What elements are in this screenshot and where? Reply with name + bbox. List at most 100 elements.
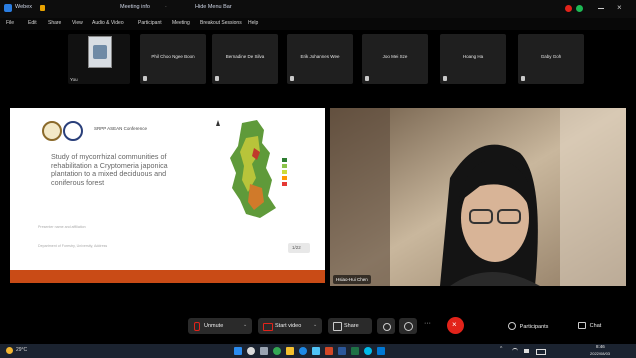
chevron-down-icon: ⌄: [313, 322, 318, 328]
menu-share[interactable]: Share: [48, 20, 61, 26]
mic-muted-icon: [215, 76, 219, 81]
menu-edit[interactable]: Edit: [28, 20, 37, 26]
title-bar: Webex Meeting info · Hide Menu Bar ×: [0, 0, 636, 18]
participant-tile[interactable]: Erik Johannes Wee: [287, 34, 353, 84]
chat-label: Chat: [589, 323, 602, 330]
mic-muted-icon: [290, 76, 294, 81]
organization-logo-icon: [63, 121, 83, 141]
excel-icon[interactable]: [351, 347, 359, 355]
store-icon[interactable]: [312, 347, 320, 355]
participant-tile[interactable]: Gaby Goh: [518, 34, 584, 84]
chat-button[interactable]: Chat: [578, 322, 601, 329]
start-video-button[interactable]: Start video ⌄: [258, 318, 322, 334]
share-label: Share: [344, 323, 359, 329]
chrome-icon[interactable]: [273, 347, 281, 355]
menu-help[interactable]: Help: [248, 20, 258, 26]
participant-name: Hoang Ha: [462, 54, 484, 59]
mic-off-icon: [194, 322, 200, 331]
hide-menu-bar-button[interactable]: Hide Menu Bar: [195, 4, 232, 10]
slide-title: Study of mycorrhizal communities of reha…: [51, 152, 168, 187]
clock-time: 8:46: [596, 344, 605, 349]
system-tray[interactable]: ^: [500, 346, 550, 355]
start-video-label: Start video: [275, 323, 302, 329]
slide-page-badge: 1/22: [288, 243, 310, 253]
mic-muted-icon: [443, 76, 447, 81]
participant-name: Gaby Goh: [540, 54, 562, 59]
os-taskbar: 29°C ^ 8:46 2022/08/03: [0, 344, 636, 358]
file-explorer-icon[interactable]: [286, 347, 294, 355]
weather-temp: 29°C: [16, 347, 28, 353]
participant-gallery: You Phil Choo Ngee Boon Bernadine De Sil…: [0, 30, 636, 86]
participant-tile[interactable]: Bernadine De Silva: [212, 34, 278, 84]
mic-muted-icon: [521, 76, 525, 81]
menu-breakout[interactable]: Breakout Sessions: [200, 20, 242, 26]
battery-icon: [536, 349, 546, 355]
participants-button[interactable]: Participants: [508, 322, 548, 330]
window-title: Webex: [15, 4, 33, 10]
search-icon[interactable]: [247, 347, 255, 355]
task-view-icon[interactable]: [260, 347, 268, 355]
shield-icon: [40, 5, 45, 11]
powerpoint-icon[interactable]: [325, 347, 333, 355]
reactions-button[interactable]: [399, 318, 417, 334]
participant-name: Joo Mei Sze: [382, 54, 408, 59]
mic-muted-icon: [365, 76, 369, 81]
record-icon: [383, 323, 391, 331]
word-icon[interactable]: [338, 347, 346, 355]
chat-icon: [578, 322, 586, 329]
meeting-info-button[interactable]: Meeting info: [120, 4, 150, 10]
share-icon: [333, 322, 342, 331]
university-seal-icon: [42, 121, 62, 141]
chevron-down-icon: ⌄: [243, 322, 248, 328]
more-icon: ···: [424, 320, 431, 327]
status-green-icon: [576, 5, 583, 12]
slide-affiliations-line: Department of Forestry, University, Addr…: [38, 244, 108, 248]
slide-author-line: Presenter name and affiliation: [38, 225, 86, 229]
unmute-button[interactable]: Unmute ⌄: [188, 318, 252, 334]
share-button[interactable]: Share: [328, 318, 372, 334]
participant-tile[interactable]: Hoang Ha: [440, 34, 506, 84]
menu-audio-video[interactable]: Audio & Video: [92, 20, 124, 26]
speaker-video-frame: [330, 108, 626, 286]
wifi-icon: [512, 348, 518, 354]
slide-page-number: 1/22: [292, 245, 301, 250]
self-tile[interactable]: You: [68, 34, 130, 84]
participant-name: Erik Johannes Wee: [300, 54, 340, 59]
chevron-up-icon: ^: [500, 346, 503, 352]
shared-slide: SRPP ASEAN Conference Study of mycorrhiz…: [10, 108, 325, 283]
webex-icon[interactable]: [364, 347, 372, 355]
leave-icon: ×: [452, 320, 457, 329]
participant-name: Phil Choo Ngee Boon: [151, 54, 195, 59]
mail-icon[interactable]: [377, 347, 385, 355]
leave-meeting-button[interactable]: ×: [447, 317, 464, 334]
menu-file[interactable]: File: [6, 20, 14, 26]
menu-view[interactable]: View: [72, 20, 83, 26]
app-logo-icon: [4, 4, 12, 12]
slide-footer-bar: [10, 270, 325, 283]
menu-meeting[interactable]: Meeting: [172, 20, 190, 26]
speaker-name-tag: Hsiao-Hui Chen: [333, 275, 371, 284]
slide-header-label: SRPP ASEAN Conference: [94, 126, 147, 131]
menu-bar: File Edit Share View Audio & Video Parti…: [0, 18, 636, 30]
self-thumbnail: [88, 36, 112, 68]
participant-tile[interactable]: Phil Choo Ngee Boon: [140, 34, 206, 84]
meeting-controls: Unmute ⌄ Start video ⌄ Share ··· × Parti…: [0, 312, 636, 344]
smile-icon: [404, 322, 413, 331]
menu-participant[interactable]: Participant: [138, 20, 162, 26]
clock-date: 2022/08/03: [590, 351, 611, 356]
record-button[interactable]: [377, 318, 395, 334]
weather-icon: [6, 347, 13, 354]
edge-icon[interactable]: [299, 347, 307, 355]
active-speaker-video[interactable]: Hsiao-Hui Chen: [330, 108, 626, 286]
start-icon[interactable]: [234, 347, 242, 355]
minimize-button[interactable]: [598, 8, 604, 9]
participant-tile[interactable]: Joo Mei Sze: [362, 34, 428, 84]
participants-icon: [508, 322, 516, 330]
volume-icon: [524, 349, 529, 353]
site-map: [202, 118, 307, 223]
close-button[interactable]: ×: [617, 3, 622, 12]
status-red-icon: [565, 5, 572, 12]
speaker-name: Hsiao-Hui Chen: [336, 277, 368, 282]
more-options-button[interactable]: ···: [421, 318, 435, 334]
self-name: You: [70, 77, 78, 82]
